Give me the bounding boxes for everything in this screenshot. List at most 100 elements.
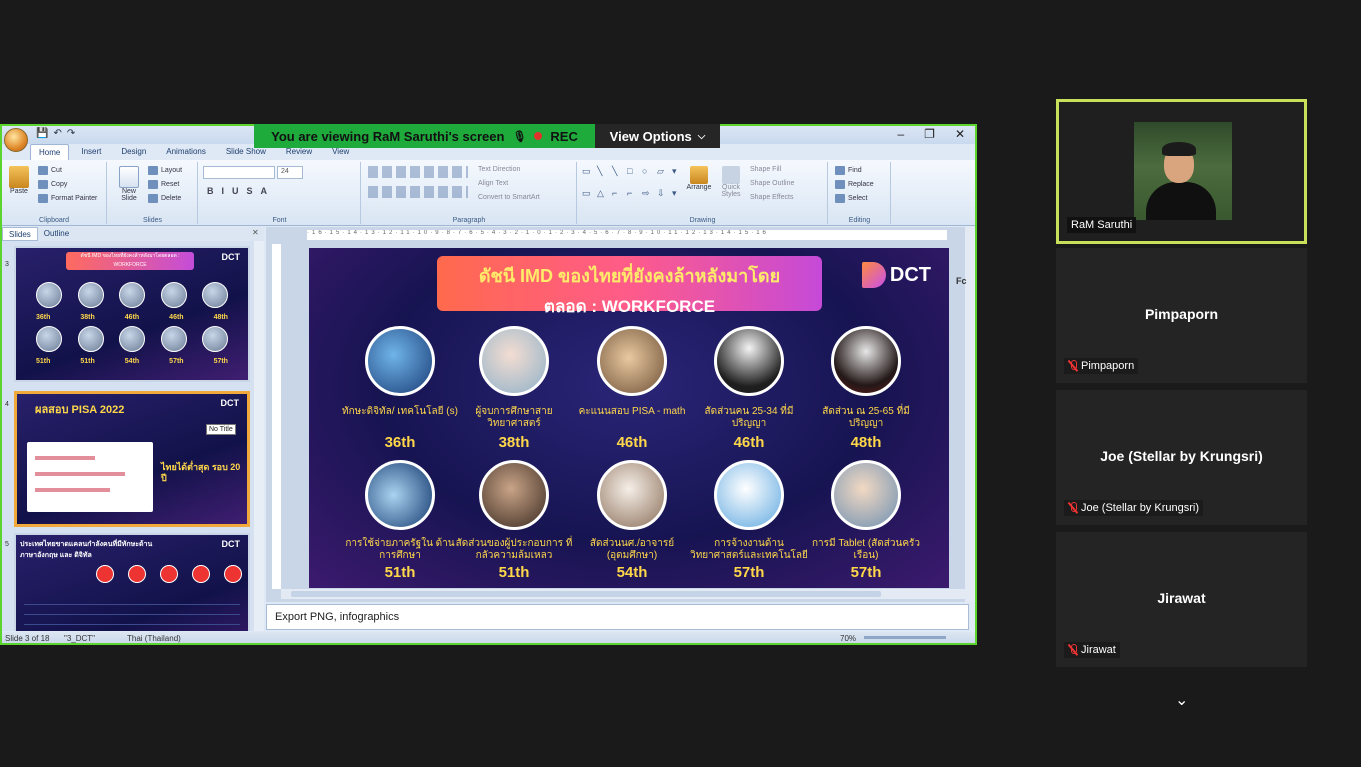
slide-indicator: Slide 3 of 18 xyxy=(5,634,50,643)
slide-number: 4 xyxy=(5,401,9,408)
tab-slides[interactable]: Slides xyxy=(2,227,38,241)
arrange-button[interactable]: Arrange xyxy=(684,166,714,191)
indicator-rank: 48th xyxy=(850,434,882,451)
quick-styles-icon xyxy=(722,166,740,184)
slide-thumbnail-3[interactable]: ดัชนี IMD ของไทยที่ยังคงล้าหลังมาโดยตลอด… xyxy=(14,246,250,382)
redo-icon[interactable]: ↷ xyxy=(67,128,75,139)
current-slide[interactable]: ดัชนี IMD ของไทยที่ยังคงล้าหลังมาโดย ตลอ… xyxy=(309,248,949,588)
slides-group: New Slide Layout Reset Delete Slides xyxy=(108,162,198,224)
close-pane-icon[interactable]: ✕ xyxy=(252,228,259,237)
shape-outline-button[interactable]: Shape Outline xyxy=(750,180,794,187)
participant-video xyxy=(1134,122,1232,220)
convert-smartart-button[interactable]: Convert to SmartArt xyxy=(478,194,540,201)
graduates-25-65-image xyxy=(831,326,901,396)
quick-styles-button[interactable]: Quick Styles xyxy=(716,166,746,198)
cut-button[interactable]: Cut xyxy=(38,166,62,175)
align-buttons[interactable] xyxy=(368,186,468,198)
tab-outline[interactable]: Outline xyxy=(38,227,75,241)
copy-button[interactable]: Copy xyxy=(38,180,67,189)
indicator-rank: 51th xyxy=(498,564,530,581)
restore-icon[interactable]: ❐ xyxy=(924,127,935,141)
indicator-rank: 38th xyxy=(498,434,530,451)
text-direction-button[interactable]: Text Direction xyxy=(478,166,520,173)
list-buttons[interactable] xyxy=(368,166,468,178)
indicator-label: การจ้างงานด้าน วิทยาศาสตร์และเทคโนโลยี xyxy=(690,538,808,561)
indicator-label: สัดส่วนของผู้ประกอบการ ที่กลัวความล้มเหล… xyxy=(455,538,573,561)
participant-tile[interactable]: Joe (Stellar by Krungsri) Joe (Stellar b… xyxy=(1056,390,1307,525)
cursor-icon xyxy=(835,194,845,203)
graduates-25-34-image xyxy=(714,326,784,396)
format-painter-button[interactable]: Format Painter xyxy=(38,194,97,203)
participant-tile[interactable]: RaM Saruthi xyxy=(1056,99,1307,244)
indicator-label: สัดส่วน ณ 25-65 ที่มีปริญญา xyxy=(822,406,910,429)
tab-design[interactable]: Design xyxy=(113,144,154,160)
find-button[interactable]: Find xyxy=(835,166,862,175)
slide-number: 3 xyxy=(5,261,9,268)
indicator-label: สัดส่วนนศ./อาจารย์ (อุดมศึกษา) xyxy=(589,538,675,561)
save-icon[interactable]: 💾 xyxy=(36,128,48,139)
align-text-button[interactable]: Align Text xyxy=(478,180,508,187)
tab-animations[interactable]: Animations xyxy=(158,144,214,160)
layout-button[interactable]: Layout xyxy=(148,166,182,175)
rec-label: REC xyxy=(550,128,578,144)
group-label: Paragraph xyxy=(452,217,486,224)
undo-icon[interactable]: ↶ xyxy=(53,128,61,139)
paste-button[interactable]: Paste xyxy=(6,166,32,195)
chevron-down-icon[interactable]: ⌄ xyxy=(1175,690,1188,710)
delete-button[interactable]: Delete xyxy=(148,194,181,203)
scissors-icon xyxy=(38,166,48,175)
horizontal-scrollbar[interactable] xyxy=(281,589,965,599)
close-icon[interactable]: ✕ xyxy=(955,127,965,141)
editing-group: Find Replace Select Editing xyxy=(829,162,891,224)
science-grad-image xyxy=(479,326,549,396)
shape-effects-button[interactable]: Shape Effects xyxy=(750,194,793,201)
indicator-rank: 57th xyxy=(733,564,765,581)
replace-button[interactable]: Replace xyxy=(835,180,874,189)
new-slide-button[interactable]: New Slide xyxy=(114,166,144,202)
minimize-icon[interactable]: – xyxy=(897,127,904,141)
ribbon: Paste Cut Copy Format Painter Clipboard … xyxy=(2,160,975,226)
font-name-box[interactable] xyxy=(203,166,275,179)
shape-fill-button[interactable]: Shape Fill xyxy=(750,166,781,173)
font-size-box[interactable]: 24 xyxy=(277,166,303,179)
zoom-slider[interactable] xyxy=(864,636,946,639)
indicator-rank: 46th xyxy=(733,434,765,451)
office-button[interactable] xyxy=(4,128,28,152)
mic-muted-icon xyxy=(1068,360,1078,372)
font-format-buttons[interactable]: BIUSA xyxy=(207,186,275,196)
tab-insert[interactable]: Insert xyxy=(73,144,109,160)
pisa-exam-image xyxy=(597,326,667,396)
indicator-label: ผู้จบการศึกษาสาย วิทยาศาสตร์ xyxy=(475,406,553,429)
participant-name-tag: Pimpaporn xyxy=(1064,358,1139,374)
shared-screen[interactable]: 💾 ↶ ↷ – ❐ ✕ Home Insert Design Animation… xyxy=(0,124,977,645)
indicator-label: การใช้จ่ายภาครัฐใน ด้านการศึกษา xyxy=(345,538,455,561)
participant-name-tag: Jirawat xyxy=(1064,642,1120,658)
notes-pane[interactable]: Export PNG, infographics xyxy=(266,604,969,630)
shapes-gallery[interactable]: ▭ ╲ ╲ □ ○ ▱ ▾ ▭ △ ⌐ ⌐ ⇨ ⇩ ▾ xyxy=(582,166,677,206)
student-teacher-image xyxy=(597,460,667,530)
indicator-rank: 51th xyxy=(384,564,416,581)
pane-tabs: Slides Outline xyxy=(2,227,264,241)
tab-home[interactable]: Home xyxy=(30,144,70,160)
mic-muted-icon xyxy=(1068,502,1078,514)
indicator-rank: 36th xyxy=(384,434,416,451)
group-label: Font xyxy=(272,217,287,224)
view-options-button[interactable]: View Options ⌵ xyxy=(595,124,720,148)
digital-skills-image xyxy=(365,326,435,396)
participant-tile[interactable]: Jirawat Jirawat xyxy=(1056,532,1307,667)
slide-thumbnail-5[interactable]: ประเทศไทยขาดแคลนกำลังคนที่มีทักษะด้าน ภา… xyxy=(14,533,250,631)
education-spending-image xyxy=(365,460,435,530)
slide-thumbnail-4[interactable]: ผลสอบ PISA 2022 DCT ไทยได้ต่ำสุด รอบ 20 … xyxy=(14,391,250,527)
scroll-thumb[interactable] xyxy=(291,591,881,597)
zoom-level[interactable]: 70% xyxy=(840,634,856,643)
dct-logo: DCT xyxy=(861,262,931,288)
select-button[interactable]: Select xyxy=(835,194,867,203)
pane-scrollbar[interactable] xyxy=(254,241,264,631)
participant-name: Jirawat xyxy=(1157,590,1206,606)
indicator-rank: 57th xyxy=(850,564,882,581)
reset-button[interactable]: Reset xyxy=(148,180,179,189)
clipboard-group: Paste Cut Copy Format Painter Clipboard xyxy=(2,162,107,224)
participant-name-tag: RaM Saruthi xyxy=(1067,217,1137,233)
participant-tile[interactable]: Pimpaporn Pimpaporn xyxy=(1056,248,1307,383)
slide-title: ดัชนี IMD ของไทยที่ยังคงล้าหลังมาโดย ตลอ… xyxy=(437,256,822,316)
